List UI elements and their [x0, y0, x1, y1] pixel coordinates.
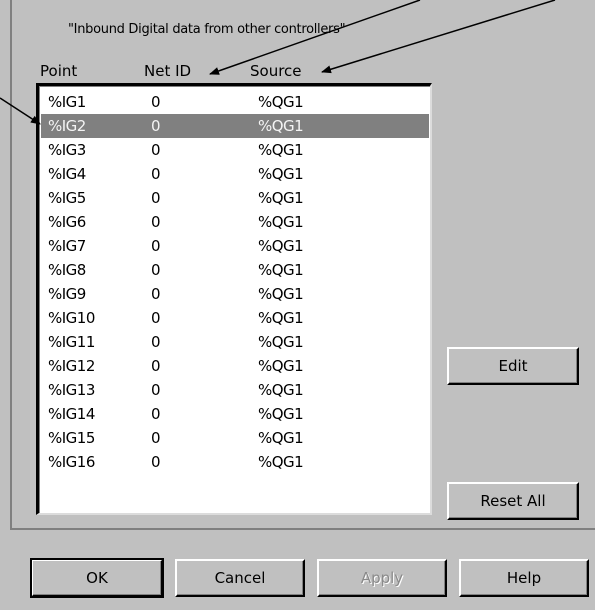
callout-arrow-source [321, 0, 556, 74]
callout-arrow-net-id [209, 0, 421, 75]
callout-arrow-point [0, 97, 41, 125]
callout-arrows [0, 0, 556, 125]
